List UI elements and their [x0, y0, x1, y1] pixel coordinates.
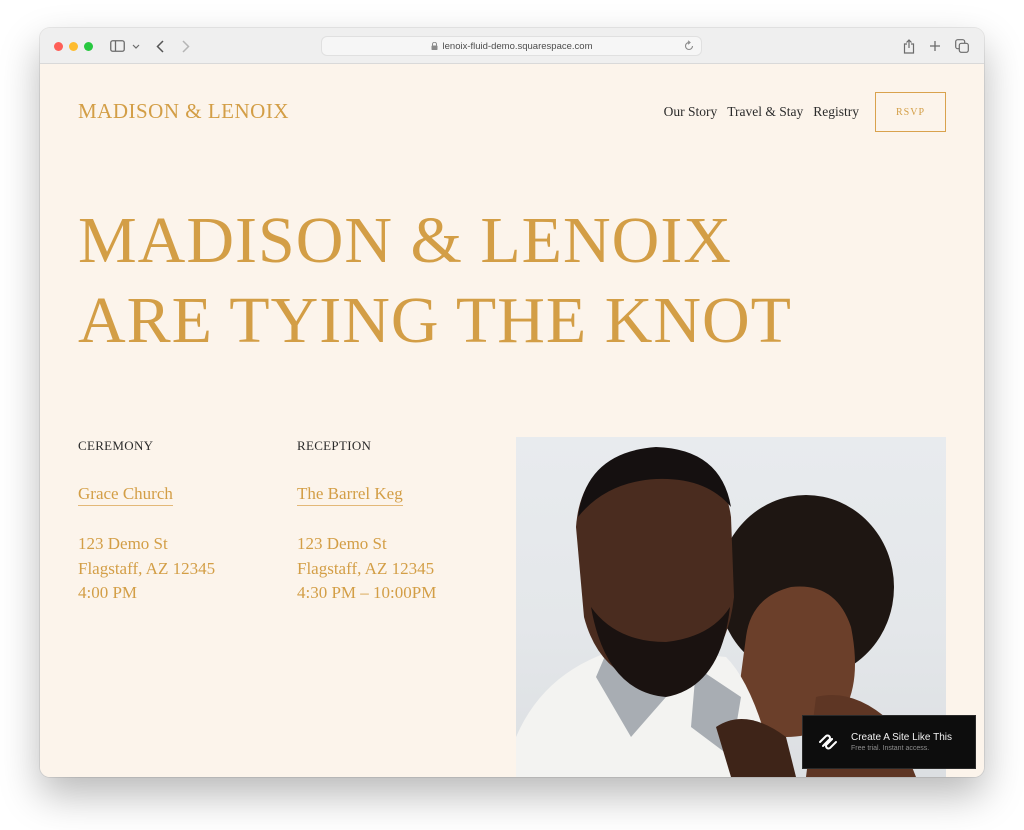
ceremony-block: CEREMONY Grace Church 123 Demo St Flagst…	[78, 438, 278, 606]
reception-venue-link[interactable]: The Barrel Keg	[297, 484, 403, 506]
web-page: MADISON & LENOIX Our Story Travel & Stay…	[40, 65, 984, 777]
promo-text: Create A Site Like This Free trial. Inst…	[851, 732, 952, 752]
browser-toolbar: lenoix-fluid-demo.squarespace.com	[40, 28, 984, 64]
back-arrow-icon[interactable]	[154, 37, 166, 55]
reception-label: RECEPTION	[297, 438, 372, 453]
hero-line-1: MADISON & LENOIX	[78, 204, 732, 277]
ceremony-label: CEREMONY	[78, 438, 154, 453]
reception-city: Flagstaff, AZ 12345	[297, 558, 435, 578]
minimize-window-button[interactable]	[69, 42, 78, 51]
main-nav: Our Story Travel & Stay Registry RSVP	[664, 92, 946, 132]
nav-our-story[interactable]: Our Story	[664, 104, 718, 120]
sidebar-toggle-icon[interactable]	[109, 37, 125, 55]
tab-overview-icon[interactable]	[954, 37, 970, 55]
create-site-promo[interactable]: Create A Site Like This Free trial. Inst…	[802, 715, 976, 769]
ceremony-address: 123 Demo St	[78, 534, 168, 553]
reception-time: 4:30 PM – 10:00PM	[297, 583, 437, 602]
promo-subtitle: Free trial. Instant access.	[851, 745, 930, 752]
rsvp-button[interactable]: RSVP	[875, 92, 946, 132]
reception-details: 123 Demo St Flagstaff, AZ 12345 4:30 PM …	[297, 532, 497, 606]
hero-heading: MADISON & LENOIX ARE TYING THE KNOT	[78, 201, 792, 361]
address-bar[interactable]: lenoix-fluid-demo.squarespace.com	[321, 36, 702, 56]
ceremony-city: Flagstaff, AZ 12345	[78, 558, 216, 578]
reception-address: 123 Demo St	[297, 534, 387, 553]
promo-title: Create A Site Like This	[851, 732, 952, 743]
plus-icon[interactable]	[928, 37, 942, 55]
ceremony-time: 4:00 PM	[78, 583, 138, 602]
reload-icon[interactable]	[683, 40, 695, 52]
chevron-down-icon[interactable]	[132, 37, 140, 55]
ceremony-details: 123 Demo St Flagstaff, AZ 12345 4:00 PM	[78, 532, 278, 606]
url-text: lenoix-fluid-demo.squarespace.com	[442, 40, 593, 52]
maximize-window-button[interactable]	[84, 42, 93, 51]
site-logo[interactable]: MADISON & LENOIX	[78, 99, 289, 124]
browser-window: lenoix-fluid-demo.squarespace.com MADISO…	[40, 28, 984, 777]
nav-registry[interactable]: Registry	[813, 104, 859, 120]
share-icon[interactable]	[902, 37, 916, 55]
squarespace-logo-icon	[817, 731, 839, 753]
forward-arrow-icon[interactable]	[180, 37, 192, 55]
lock-icon	[431, 41, 438, 50]
nav-travel-stay[interactable]: Travel & Stay	[727, 104, 803, 120]
ceremony-venue-link[interactable]: Grace Church	[78, 484, 173, 506]
close-window-button[interactable]	[54, 42, 63, 51]
hero-line-2: ARE TYING THE KNOT	[78, 284, 792, 357]
reception-block: RECEPTION The Barrel Keg 123 Demo St Fla…	[297, 438, 497, 606]
